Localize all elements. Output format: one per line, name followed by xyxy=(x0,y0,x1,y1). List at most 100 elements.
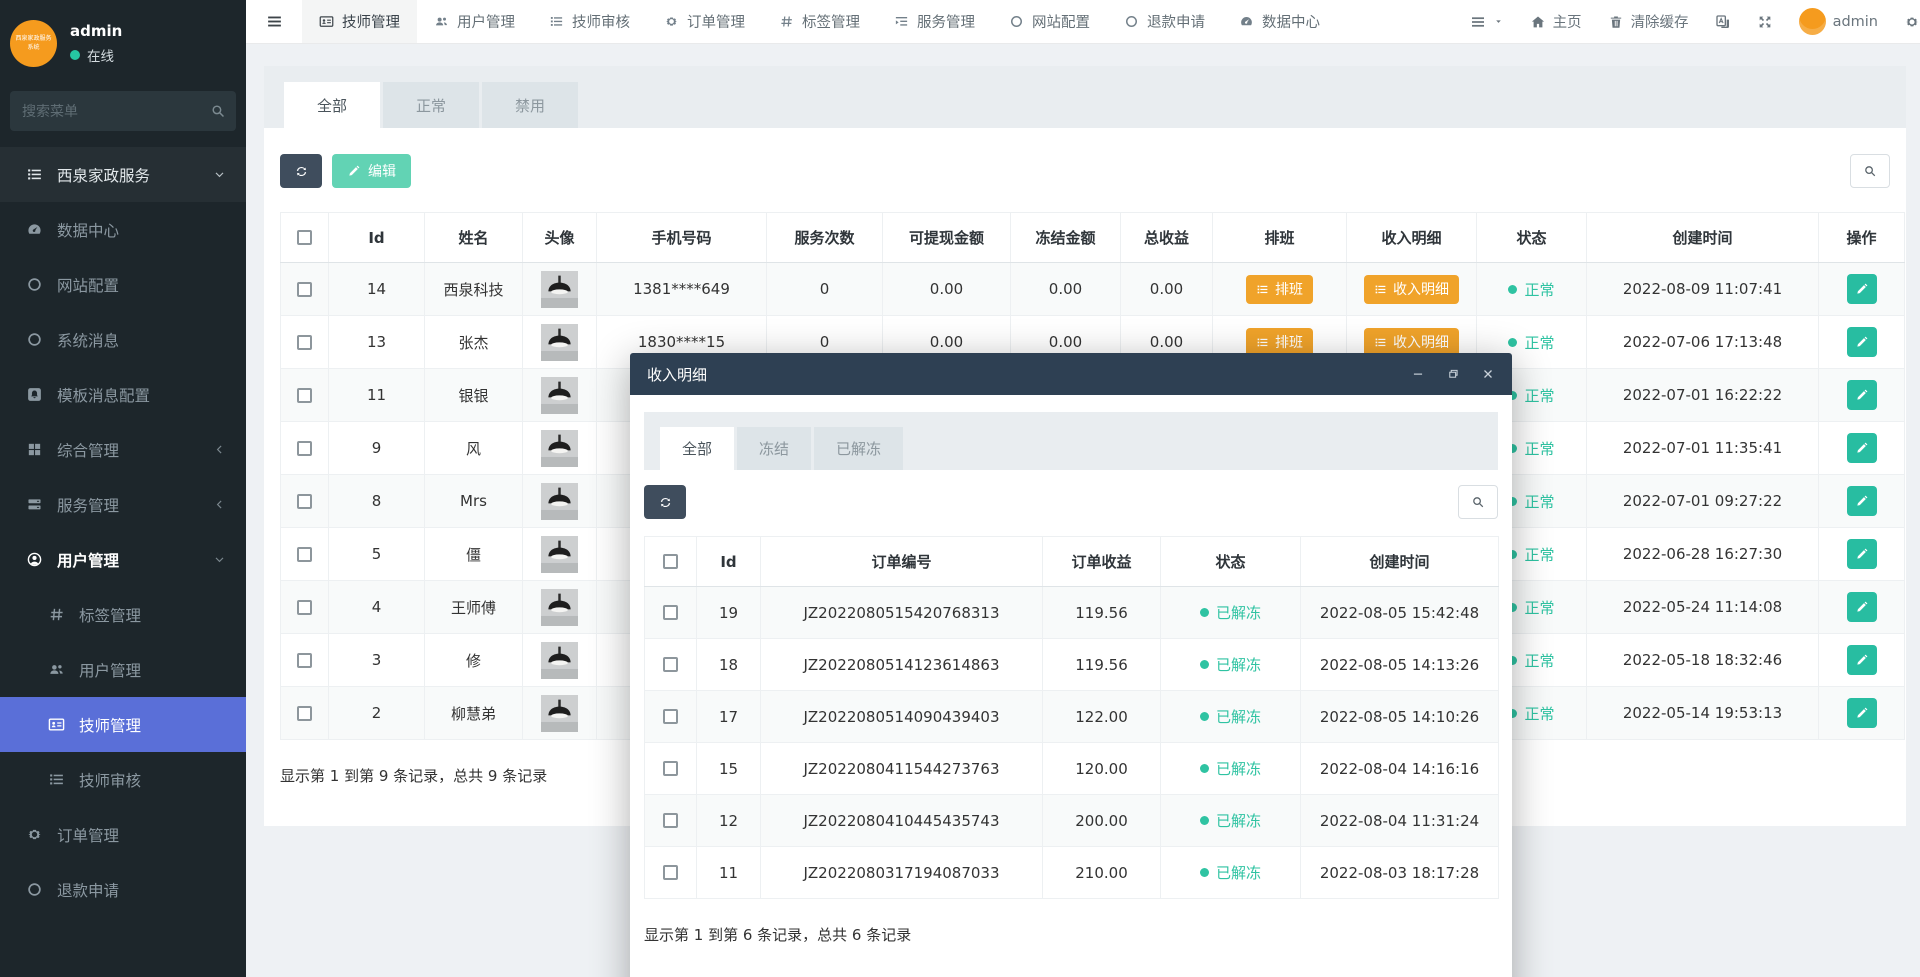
sidebar-menu: 西泉家政服务 数据中心 网站配置 系统消息 模板消息配置 综合管理 服务管理 用… xyxy=(0,147,246,917)
technician-photo[interactable] xyxy=(541,704,578,722)
modal-refresh-button[interactable] xyxy=(644,485,686,519)
modal-records-summary: 显示第 1 到第 6 条记录，总共 6 条记录 xyxy=(644,924,1498,945)
row-checkbox[interactable] xyxy=(297,706,312,721)
sidebar-item-8[interactable]: 标签管理 xyxy=(0,587,246,642)
translate-button[interactable] xyxy=(1715,14,1731,30)
cell-id: 18 xyxy=(697,639,761,691)
filter-tab-1[interactable]: 正常 xyxy=(383,82,479,128)
refresh-button[interactable] xyxy=(280,154,322,188)
row-checkbox[interactable] xyxy=(297,494,312,509)
row-edit-button[interactable] xyxy=(1847,433,1877,463)
refresh-icon xyxy=(294,164,309,179)
select-all-checkbox[interactable] xyxy=(297,230,312,245)
quick-menu-button[interactable] xyxy=(1470,14,1504,30)
edit-button[interactable]: 编辑 xyxy=(332,154,411,188)
row-edit-button[interactable] xyxy=(1847,380,1877,410)
row-edit-button[interactable] xyxy=(1847,274,1877,304)
modal-search-button[interactable] xyxy=(1458,485,1498,519)
topbar-tab-2[interactable]: 技师审核 xyxy=(532,0,647,43)
menu-search-input[interactable] xyxy=(10,91,236,131)
row-checkbox[interactable] xyxy=(297,653,312,668)
sidebar-item-10[interactable]: 技师管理 xyxy=(0,697,246,752)
row-checkbox[interactable] xyxy=(663,761,678,776)
row-checkbox[interactable] xyxy=(297,547,312,562)
technician-photo[interactable] xyxy=(541,333,578,351)
fullscreen-button[interactable] xyxy=(1757,14,1773,30)
sidebar-item-13[interactable]: 退款申请 xyxy=(0,862,246,917)
topbar-tab-4[interactable]: 标签管理 xyxy=(762,0,877,43)
row-edit-button[interactable] xyxy=(1847,592,1877,622)
row-checkbox[interactable] xyxy=(663,657,678,672)
cell-phone: 1381****649 xyxy=(597,263,767,316)
avatar[interactable]: 西泉家政服务系统 xyxy=(10,20,57,67)
sidebar-item-12[interactable]: 订单管理 xyxy=(0,807,246,862)
maximize-icon[interactable] xyxy=(1446,367,1460,381)
row-edit-button[interactable] xyxy=(1847,539,1877,569)
topbar-tab-5[interactable]: 服务管理 xyxy=(877,0,992,43)
technician-photo[interactable] xyxy=(541,598,578,616)
sidebar-item-5[interactable]: 综合管理 xyxy=(0,422,246,477)
row-edit-button[interactable] xyxy=(1847,486,1877,516)
income-detail-modal: 收入明细 全部冻结已解冻 Id订单编号订单收益状态创建时间 xyxy=(630,353,1512,977)
sidebar-item-6[interactable]: 服务管理 xyxy=(0,477,246,532)
modal-select-all-checkbox[interactable] xyxy=(663,554,678,569)
modal-filter-tab-1[interactable]: 冻结 xyxy=(737,427,811,470)
table-search-button[interactable] xyxy=(1850,154,1890,188)
sidebar-item-7[interactable]: 用户管理 xyxy=(0,532,246,587)
row-edit-button[interactable] xyxy=(1847,327,1877,357)
row-checkbox[interactable] xyxy=(663,605,678,620)
minimize-icon[interactable] xyxy=(1411,367,1425,381)
row-checkbox[interactable] xyxy=(663,865,678,880)
topbar-tab-1[interactable]: 用户管理 xyxy=(417,0,532,43)
row-edit-button[interactable] xyxy=(1847,698,1877,728)
topbar-tab-6[interactable]: 网站配置 xyxy=(992,0,1107,43)
pencil-icon xyxy=(1855,547,1869,561)
sidebar-item-9[interactable]: 用户管理 xyxy=(0,642,246,697)
cell-income: 119.56 xyxy=(1043,587,1161,639)
topbar-tab-7[interactable]: 退款申请 xyxy=(1107,0,1222,43)
clear-cache-button[interactable]: 清除缓存 xyxy=(1608,11,1689,32)
list-icon xyxy=(48,771,65,788)
sidebar-item-1[interactable]: 数据中心 xyxy=(0,202,246,257)
modal-filter-tab-0[interactable]: 全部 xyxy=(660,427,734,470)
row-checkbox[interactable] xyxy=(297,335,312,350)
income-detail-button[interactable]: 收入明细 xyxy=(1364,275,1459,304)
row-checkbox[interactable] xyxy=(663,709,678,724)
row-edit-button[interactable] xyxy=(1847,645,1877,675)
topbar-tab-8[interactable]: 数据中心 xyxy=(1222,0,1337,43)
technician-photo[interactable] xyxy=(541,280,578,298)
grid-icon xyxy=(26,441,43,458)
row-checkbox[interactable] xyxy=(297,388,312,403)
settings-button[interactable] xyxy=(1904,14,1920,30)
modal-header[interactable]: 收入明细 xyxy=(630,353,1512,395)
cell-created: 2022-07-01 11:35:41 xyxy=(1587,422,1819,475)
sidebar-item-label: 用户管理 xyxy=(57,549,119,571)
schedule-button[interactable]: 排班 xyxy=(1246,275,1313,304)
filter-tab-0[interactable]: 全部 xyxy=(284,82,380,128)
modal-filter-tab-2[interactable]: 已解冻 xyxy=(814,427,903,470)
home-button[interactable]: 主页 xyxy=(1530,11,1582,32)
close-icon[interactable] xyxy=(1481,367,1495,381)
sidebar-item-2[interactable]: 网站配置 xyxy=(0,257,246,312)
row-checkbox[interactable] xyxy=(663,813,678,828)
technician-photo[interactable] xyxy=(541,545,578,563)
sidebar-item-3[interactable]: 系统消息 xyxy=(0,312,246,367)
cog-icon xyxy=(26,826,43,843)
income-table: Id订单编号订单收益状态创建时间 19 JZ202208051542076831… xyxy=(644,536,1499,899)
row-checkbox[interactable] xyxy=(297,282,312,297)
row-checkbox[interactable] xyxy=(297,441,312,456)
user-menu[interactable]: admin xyxy=(1799,8,1878,35)
sidebar-item-4[interactable]: 模板消息配置 xyxy=(0,367,246,422)
filter-tab-2[interactable]: 禁用 xyxy=(482,82,578,128)
topbar-tab-0[interactable]: 技师管理 xyxy=(302,0,417,43)
sidebar-item-0[interactable]: 西泉家政服务 xyxy=(0,147,246,202)
menu-toggle-button[interactable] xyxy=(246,0,302,43)
sidebar-item-11[interactable]: 技师审核 xyxy=(0,752,246,807)
technician-photo[interactable] xyxy=(541,386,578,404)
topbar-tab-3[interactable]: 订单管理 xyxy=(647,0,762,43)
technician-photo[interactable] xyxy=(541,651,578,669)
technician-photo[interactable] xyxy=(541,492,578,510)
column-header: 可提现金额 xyxy=(883,213,1011,263)
technician-photo[interactable] xyxy=(541,439,578,457)
row-checkbox[interactable] xyxy=(297,600,312,615)
